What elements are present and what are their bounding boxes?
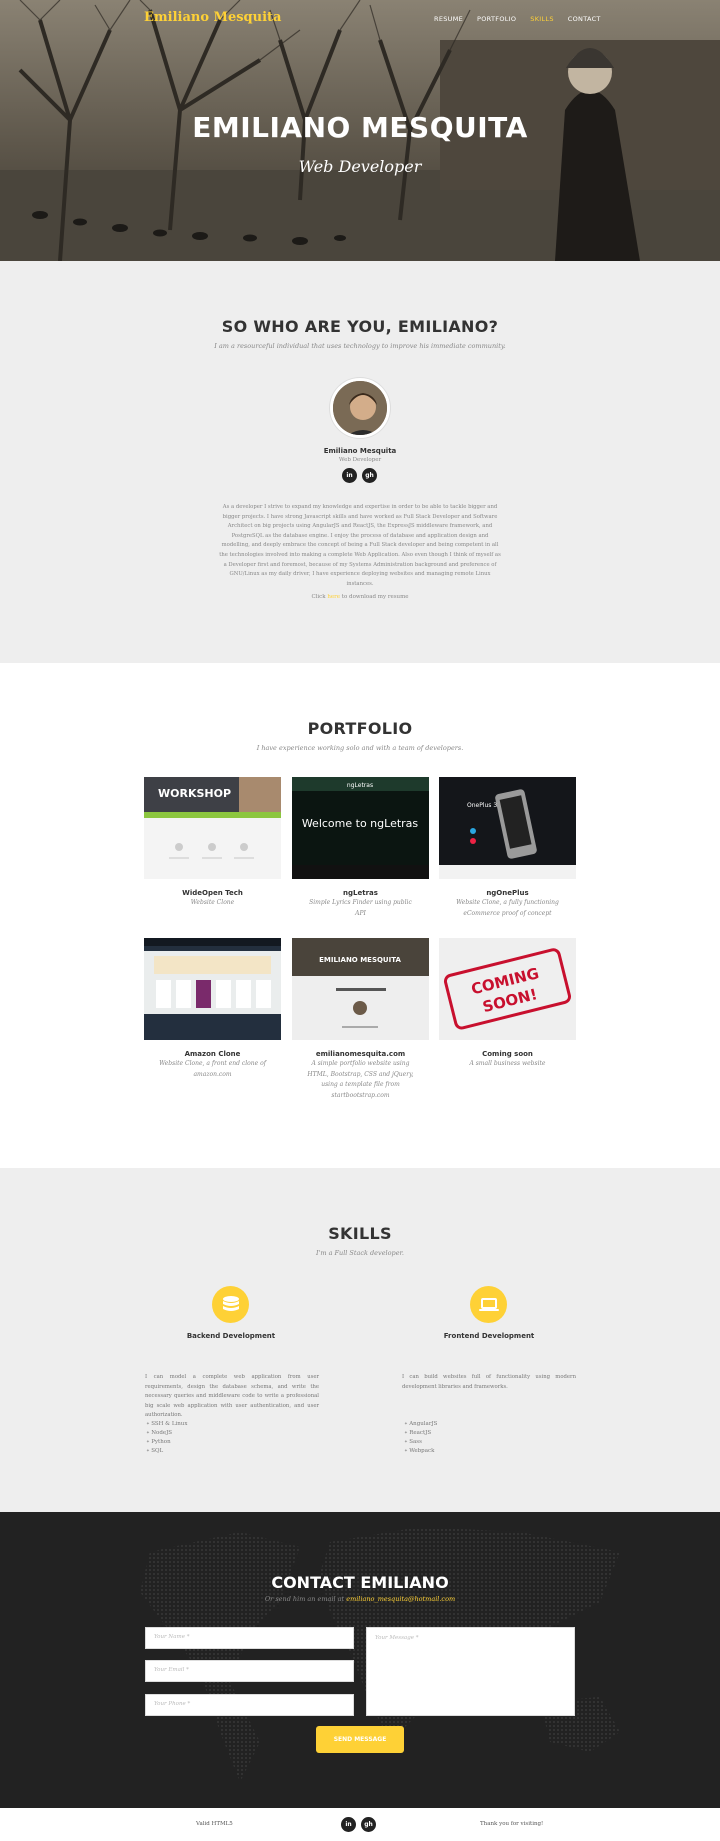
about-section: SO WHO ARE YOU, EMILIANO? I am a resourc… bbox=[0, 261, 720, 663]
nav-link-resume[interactable]: RESUME bbox=[434, 15, 463, 23]
portfolio-item-name: emilianomesquita.com bbox=[315, 1050, 406, 1058]
portfolio-item-name: Amazon Clone bbox=[184, 1050, 241, 1058]
list-item: Python bbox=[146, 1438, 187, 1447]
about-subtitle: I am a resourceful individual that uses … bbox=[214, 342, 506, 350]
list-item: NodeJS bbox=[146, 1429, 187, 1438]
backend-title: Backend Development bbox=[186, 1332, 276, 1340]
footer-valid-html: Valid HTML5 bbox=[196, 1821, 233, 1827]
portfolio-item-name: ngLetras bbox=[343, 889, 378, 897]
portfolio-item-desc: A simple portfolio website using HTML, B… bbox=[307, 1060, 414, 1099]
portfolio-item-desc: A small business website bbox=[469, 1060, 546, 1067]
backend-text: I can model a complete web application f… bbox=[145, 1374, 319, 1418]
resume-download-link[interactable]: here bbox=[327, 594, 340, 600]
svg-text:WORKSHOP: WORKSHOP bbox=[158, 787, 231, 800]
send-message-button[interactable]: SEND MESSAGE bbox=[316, 1726, 404, 1753]
portfolio-thumbnail[interactable]: WORKSHOP bbox=[144, 777, 281, 879]
portfolio-title: PORTFOLIO bbox=[307, 719, 413, 738]
portfolio-item-desc: Simple Lyrics Finder using public API bbox=[309, 899, 412, 917]
laptop-icon bbox=[470, 1286, 507, 1323]
database-icon bbox=[212, 1286, 249, 1323]
about-bio: As a developer I strive to expand my kno… bbox=[219, 504, 501, 587]
svg-text:EMILIANO MESQUITA: EMILIANO MESQUITA bbox=[319, 956, 401, 964]
portfolio-thumbnail[interactable] bbox=[144, 938, 281, 1040]
nav-link-contact[interactable]: CONTACT bbox=[568, 15, 601, 23]
about-social-links: in gh bbox=[342, 468, 377, 483]
portfolio-subtitle: I have experience working solo and with … bbox=[256, 744, 464, 752]
portfolio-item-name: WideOpen Tech bbox=[182, 889, 243, 897]
message-field[interactable]: Your Message * bbox=[366, 1627, 575, 1716]
portfolio-item-desc: Website Clone, a fully functioning eComm… bbox=[456, 899, 559, 917]
skills-section: SKILLS I'm a Full Stack developer. Backe… bbox=[0, 1168, 720, 1512]
portfolio-item-name: ngOnePlus bbox=[486, 889, 529, 897]
portfolio-item-amazon[interactable]: Amazon Clone Website Clone, a front end … bbox=[144, 938, 281, 1080]
contact-title: CONTACT EMILIANO bbox=[271, 1573, 449, 1592]
portfolio-thumbnail[interactable]: ngLetras Welcome to ngLetras bbox=[292, 777, 429, 879]
nav-link-skills[interactable]: SKILLS bbox=[530, 15, 553, 23]
linkedin-icon[interactable]: in bbox=[341, 1817, 356, 1832]
nav-link-portfolio[interactable]: PORTFOLIO bbox=[477, 15, 516, 23]
svg-text:Welcome to ngLetras: Welcome to ngLetras bbox=[302, 817, 419, 830]
navbar: Emiliano Mesquita RESUME PORTFOLIO SKILL… bbox=[0, 0, 720, 38]
svg-text:OnePlus 3: OnePlus 3 bbox=[467, 802, 497, 809]
list-item: AngularJS bbox=[404, 1420, 437, 1429]
world-map-background bbox=[140, 1527, 620, 1782]
frontend-skill-list: AngularJS ReactJS Sass Webpack bbox=[404, 1420, 437, 1456]
about-title: SO WHO ARE YOU, EMILIANO? bbox=[221, 317, 499, 336]
footer: Valid HTML5 in gh Thank you for visiting… bbox=[0, 1808, 720, 1841]
portfolio-item-personal-site[interactable]: EMILIANO MESQUITA emilianomesquita.com A… bbox=[292, 938, 429, 1101]
portfolio-item-name: Coming soon bbox=[482, 1050, 533, 1058]
contact-email-link[interactable]: emiliano_mesquita@hotmail.com bbox=[346, 1595, 455, 1603]
skills-subtitle: I'm a Full Stack developer. bbox=[315, 1249, 405, 1257]
github-icon[interactable]: gh bbox=[362, 468, 377, 483]
footer-social-links: in gh bbox=[341, 1817, 376, 1832]
linkedin-icon[interactable]: in bbox=[342, 468, 357, 483]
portfolio-item-coming-soon[interactable]: COMING SOON! Coming soon A small busines… bbox=[439, 938, 576, 1070]
portfolio-thumbnail[interactable]: COMING SOON! bbox=[439, 938, 576, 1040]
github-icon[interactable]: gh bbox=[361, 1817, 376, 1832]
list-item: ReactJS bbox=[404, 1429, 437, 1438]
email-field[interactable]: Your Email * bbox=[145, 1660, 354, 1682]
backend-skill-list: SSH & Linux NodeJS Python SQL bbox=[146, 1420, 187, 1456]
portfolio-thumbnail[interactable]: OnePlus 3 bbox=[439, 777, 576, 879]
portfolio-item-ngletras[interactable]: ngLetras Welcome to ngLetras ngLetras Si… bbox=[292, 777, 429, 919]
portfolio-thumbnail[interactable]: EMILIANO MESQUITA bbox=[292, 938, 429, 1040]
hero-subtitle: Web Developer bbox=[298, 157, 422, 176]
avatar bbox=[330, 378, 390, 438]
phone-field[interactable]: Your Phone * bbox=[145, 1694, 354, 1716]
nav-links: RESUME PORTFOLIO SKILLS CONTACT bbox=[434, 15, 601, 23]
hero-title: EMILIANO MESQUITA bbox=[192, 111, 528, 144]
brand-logo[interactable]: Emiliano Mesquita bbox=[144, 10, 281, 25]
portfolio-item-wideopen[interactable]: WORKSHOP WideOpen Tech Website Clone bbox=[144, 777, 281, 909]
portfolio-section: PORTFOLIO I have experience working solo… bbox=[0, 663, 720, 1168]
frontend-text: I can build websites full of functionali… bbox=[402, 1374, 576, 1390]
hero-header: EMILIANO MESQUITA Web Developer bbox=[0, 0, 720, 261]
portfolio-item-ngoneplus[interactable]: OnePlus 3 ngOnePlus Website Clone, a ful… bbox=[439, 777, 576, 919]
list-item: Webpack bbox=[404, 1447, 437, 1456]
contact-subtitle: Or send him an email at emiliano_mesquit… bbox=[264, 1595, 456, 1603]
name-field[interactable]: Your Name * bbox=[145, 1627, 354, 1649]
person-role: Web Developer bbox=[338, 457, 382, 463]
portfolio-item-desc: Website Clone bbox=[190, 899, 235, 906]
list-item: SSH & Linux bbox=[146, 1420, 187, 1429]
skills-title: SKILLS bbox=[328, 1224, 392, 1243]
contact-section: CONTACT EMILIANO Or send him an email at… bbox=[0, 1512, 720, 1808]
list-item: Sass bbox=[404, 1438, 437, 1447]
resume-line: Click here to download my resume bbox=[311, 594, 409, 600]
list-item: SQL bbox=[146, 1447, 187, 1456]
portfolio-item-desc: Website Clone, a front end clone of amaz… bbox=[159, 1060, 266, 1078]
person-name: Emiliano Mesquita bbox=[323, 447, 397, 455]
footer-thanks: Thank you for visiting! bbox=[480, 1821, 544, 1827]
frontend-title: Frontend Development bbox=[443, 1332, 535, 1340]
svg-text:ngLetras: ngLetras bbox=[347, 782, 373, 789]
